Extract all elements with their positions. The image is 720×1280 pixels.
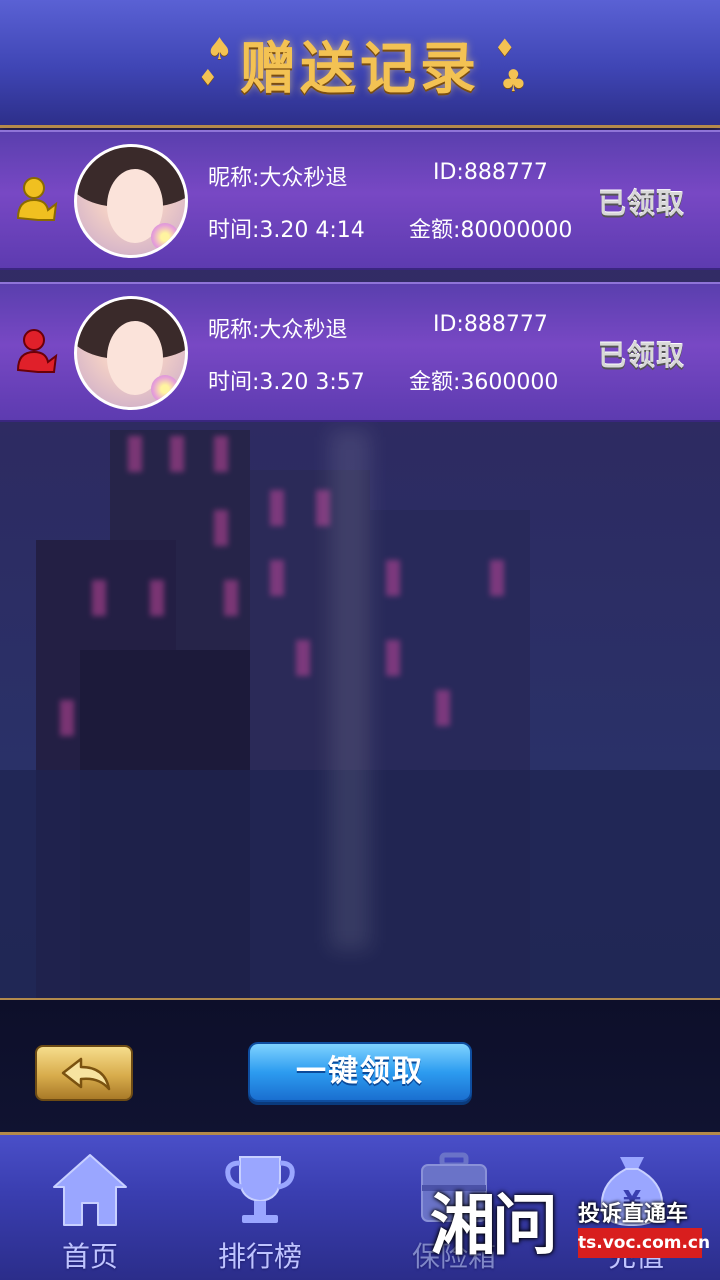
- watermark-logo: 湘问: [430, 1186, 558, 1264]
- watermark-text: 投诉直通车: [578, 1202, 689, 1227]
- trophy-icon: [225, 1156, 295, 1223]
- nickname-text: 昵称:大众秒退: [208, 166, 348, 191]
- home-icon: [53, 1154, 127, 1226]
- time-text: 时间:3.20 3:57: [208, 370, 365, 395]
- user-id-text: ID:888777: [433, 312, 548, 337]
- amount-text: 金额:80000000: [409, 218, 573, 243]
- back-button[interactable]: [35, 1045, 133, 1101]
- user-arrow-icon: [14, 326, 62, 376]
- nav-item-ranking[interactable]: 排行榜: [170, 1135, 350, 1280]
- avatar: [74, 296, 188, 410]
- nav-item-home[interactable]: 首页: [0, 1135, 180, 1280]
- back-arrow-icon: [61, 1057, 111, 1091]
- nav-label-ranking: 排行榜: [217, 1240, 302, 1273]
- time-text: 时间:3.20 4:14: [208, 218, 365, 243]
- claimed-status-badge: 已领取: [598, 339, 686, 372]
- claimed-status-badge: 已领取: [598, 187, 686, 220]
- gift-record-row: 昵称:大众秒退 ID:888777 时间:3.20 3:57 金额:360000…: [0, 282, 720, 422]
- action-bar: 一键领取: [0, 998, 720, 1132]
- watermark-url: ts.voc.com.cn: [578, 1228, 710, 1258]
- nav-label-home: 首页: [61, 1240, 118, 1273]
- page-header: ♠ ♦ ♦ ♣ 赠送记录: [0, 0, 720, 128]
- user-arrow-icon: [14, 174, 62, 224]
- nickname-text: 昵称:大众秒退: [208, 318, 348, 343]
- avatar: [74, 144, 188, 258]
- user-id-text: ID:888777: [433, 160, 548, 185]
- amount-text: 金额:3600000: [409, 370, 559, 395]
- gift-record-row: 昵称:大众秒退 ID:888777 时间:3.20 4:14 金额:800000…: [0, 130, 720, 270]
- claim-all-button[interactable]: 一键领取: [248, 1042, 472, 1102]
- page-title: 赠送记录: [240, 36, 480, 102]
